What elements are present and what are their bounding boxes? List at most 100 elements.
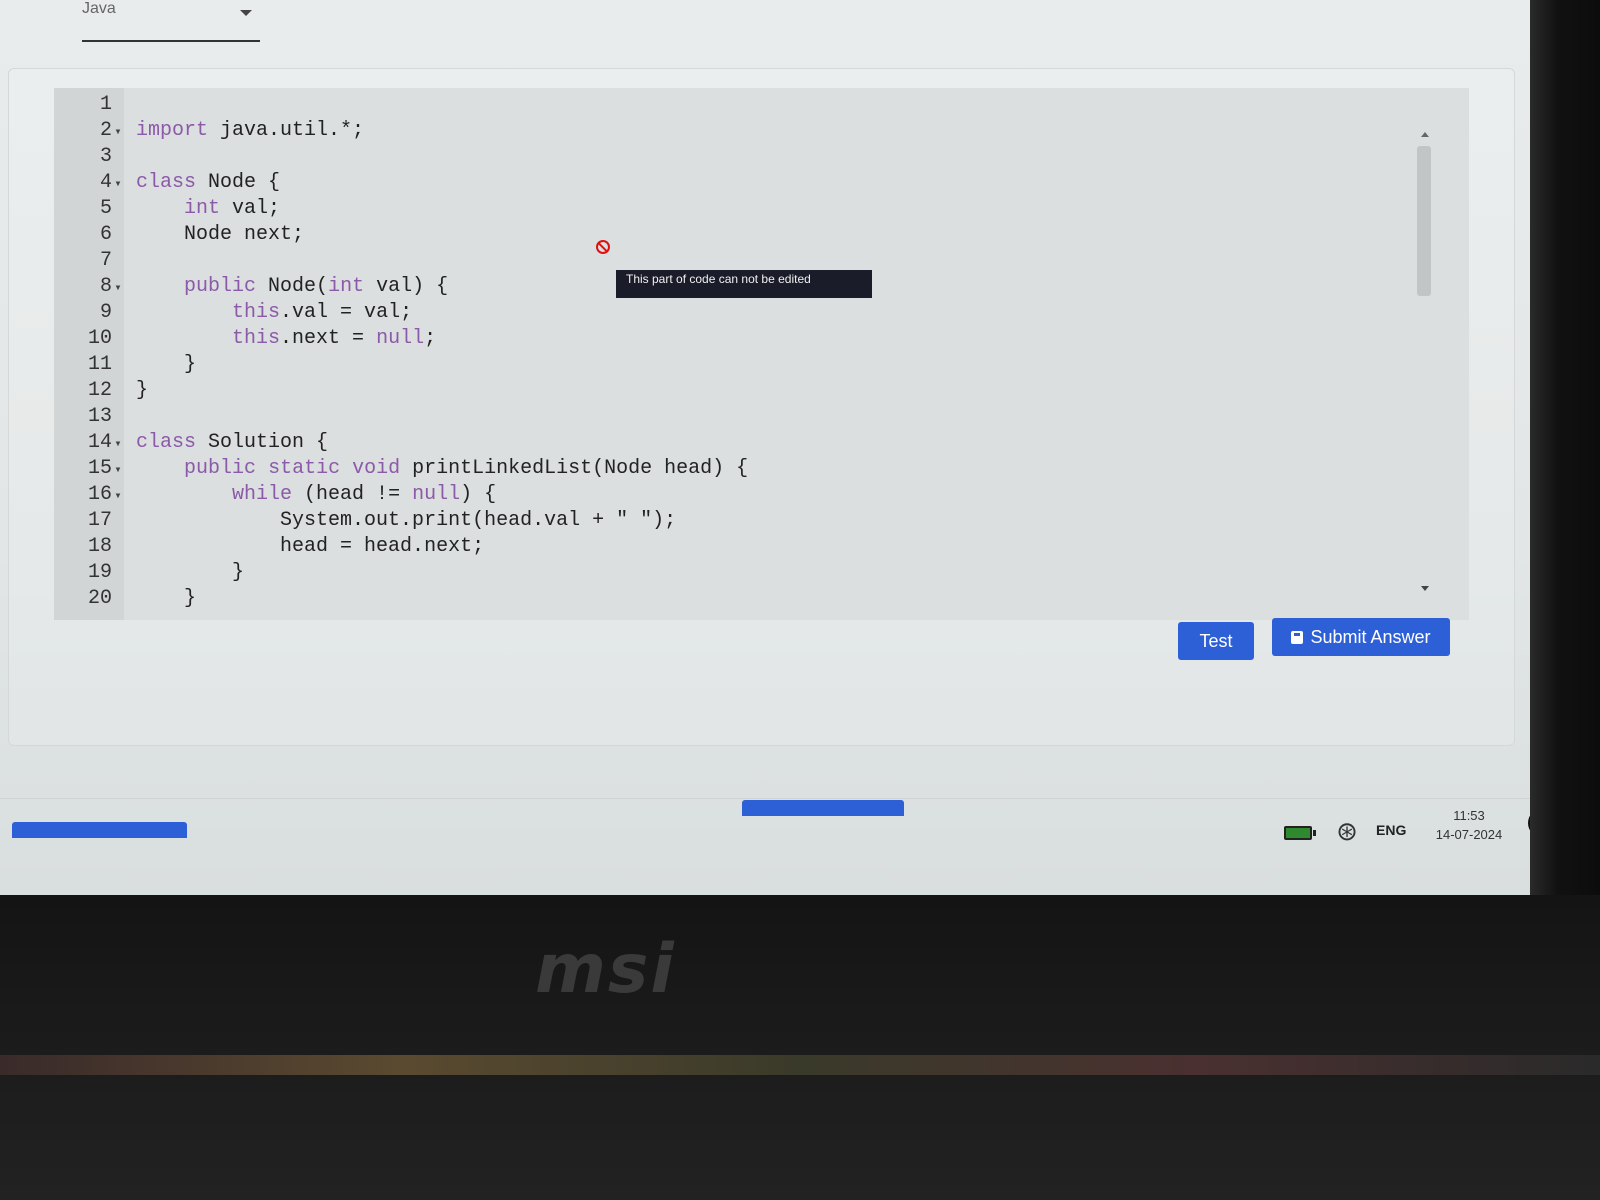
battery-icon[interactable] — [1284, 826, 1316, 840]
code-text: public static void printLinkedList(Node … — [136, 456, 748, 482]
line-number: 12 — [87, 379, 112, 402]
code-keyword: this — [232, 301, 281, 324]
code-keyword: static — [268, 457, 341, 480]
code-line[interactable]: 16 ▾ while (head != null) { — [54, 482, 1454, 508]
code-line[interactable]: 13 — [54, 404, 1454, 430]
code-line[interactable]: 11 } — [54, 352, 1454, 378]
submit-answer-label: Submit Answer — [1310, 627, 1431, 647]
brand-logo: msi — [535, 930, 676, 1009]
test-button[interactable]: Test — [1178, 622, 1254, 660]
code-token: val) { — [364, 275, 449, 298]
code-text: class Node { — [136, 170, 280, 196]
code-line[interactable]: 5 int val; — [54, 196, 1454, 222]
next-button[interactable] — [742, 800, 904, 816]
line-number: 11 — [87, 353, 112, 376]
code-text: while (head != null) { — [136, 482, 496, 508]
language-select[interactable]: Java — [82, 0, 260, 42]
code-line[interactable]: 10 this.next = null; — [54, 326, 1454, 352]
line-number: 16 — [87, 483, 112, 506]
screen: Java 1 2 ▾ import java.util.*; 3 4 ▾ class … — [0, 0, 1560, 895]
line-number: 4 — [99, 171, 112, 194]
line-number: 15 — [87, 457, 112, 480]
code-token: Node( — [256, 275, 329, 298]
code-text: import java.util.*; — [136, 118, 364, 144]
fold-toggle-icon[interactable]: ▾ — [112, 431, 124, 457]
code-line[interactable]: 12 } — [54, 378, 1454, 404]
code-keyword: void — [352, 457, 401, 480]
code-line[interactable]: 4 ▾ class Node { — [54, 170, 1454, 196]
code-line[interactable]: 19 } — [54, 560, 1454, 586]
line-number: 20 — [87, 587, 112, 610]
code-editor[interactable]: 1 2 ▾ import java.util.*; 3 4 ▾ class Node … — [54, 88, 1469, 620]
code-line[interactable]: 15 ▾ public static void printLinkedList(N… — [54, 456, 1454, 482]
language-select-value: Java — [82, 0, 116, 17]
clock[interactable]: 11:53 14-07-2024 — [1432, 808, 1506, 842]
fold-toggle-icon[interactable]: ▾ — [112, 119, 124, 145]
line-number: 3 — [99, 145, 112, 168]
line-number: 19 — [87, 561, 112, 584]
wifi-icon[interactable]: ⊛ — [1330, 816, 1364, 846]
code-keyword: null — [376, 327, 425, 350]
save-icon — [1291, 631, 1304, 644]
line-number: 5 — [99, 197, 112, 220]
line-number: 6 — [99, 223, 112, 246]
code-keyword: null — [412, 483, 461, 506]
line-number: 17 — [87, 509, 112, 532]
code-text: } — [136, 586, 196, 612]
code-token: } — [136, 587, 197, 610]
line-number: 9 — [99, 301, 112, 324]
line-number: 2 — [99, 119, 112, 142]
code-line[interactable]: 1 — [54, 92, 1454, 118]
fold-toggle-icon[interactable]: ▾ — [112, 171, 124, 197]
code-token: Node { — [196, 171, 281, 194]
fold-toggle-icon[interactable]: ▾ — [112, 483, 124, 509]
fold-toggle-icon[interactable]: ▾ — [112, 457, 124, 483]
code-token: printLinkedList(Node head) { — [400, 457, 749, 480]
code-line[interactable]: 18 head = head.next; — [54, 534, 1454, 560]
readonly-tooltip: This part of code can not be edited — [616, 270, 872, 298]
code-token: } — [136, 561, 245, 584]
language-indicator[interactable]: ENG — [1376, 822, 1406, 856]
code-text: } — [136, 378, 148, 404]
code-token: Solution { — [196, 431, 329, 454]
code-keyword: class — [136, 431, 197, 454]
code-line[interactable]: 20 } — [54, 586, 1454, 612]
footer-divider — [0, 798, 1540, 799]
previous-button[interactable] — [12, 822, 187, 838]
code-text: Node next; — [136, 222, 304, 248]
submit-answer-button[interactable]: Submit Answer — [1272, 618, 1450, 656]
code-line[interactable]: 2 ▾ import java.util.*; — [54, 118, 1454, 144]
code-line[interactable]: 17 System.out.print(head.val + " "); — [54, 508, 1454, 534]
code-line[interactable]: 3 — [54, 144, 1454, 170]
keyboard-edge — [0, 1055, 1600, 1075]
code-token: head = head.next; — [136, 535, 485, 558]
code-text: } — [136, 560, 244, 586]
no-edit-icon — [596, 240, 610, 254]
clock-date: 14-07-2024 — [1435, 827, 1503, 842]
fold-toggle-icon[interactable]: ▾ — [112, 275, 124, 301]
clock-time: 11:53 — [1453, 808, 1485, 823]
line-number: 10 — [87, 327, 112, 350]
code-text: System.out.print(head.val + " "); — [136, 508, 676, 534]
code-line[interactable]: 6 Node next; — [54, 222, 1454, 248]
code-line[interactable]: 9 this.val = val; — [54, 300, 1454, 326]
code-token: ; — [424, 327, 437, 350]
code-keyword: int — [184, 197, 221, 220]
code-token: Node next; — [136, 223, 305, 246]
chevron-down-icon — [240, 10, 252, 16]
code-token: java.util.*; — [208, 119, 365, 142]
code-line[interactable]: 14 ▾ class Solution { — [54, 430, 1454, 456]
code-text: this.next = null; — [136, 326, 436, 352]
line-number: 1 — [99, 93, 112, 116]
line-number: 8 — [99, 275, 112, 298]
code-token: (head != — [292, 483, 413, 506]
code-keyword: import — [136, 119, 209, 142]
code-token: } — [136, 379, 149, 402]
